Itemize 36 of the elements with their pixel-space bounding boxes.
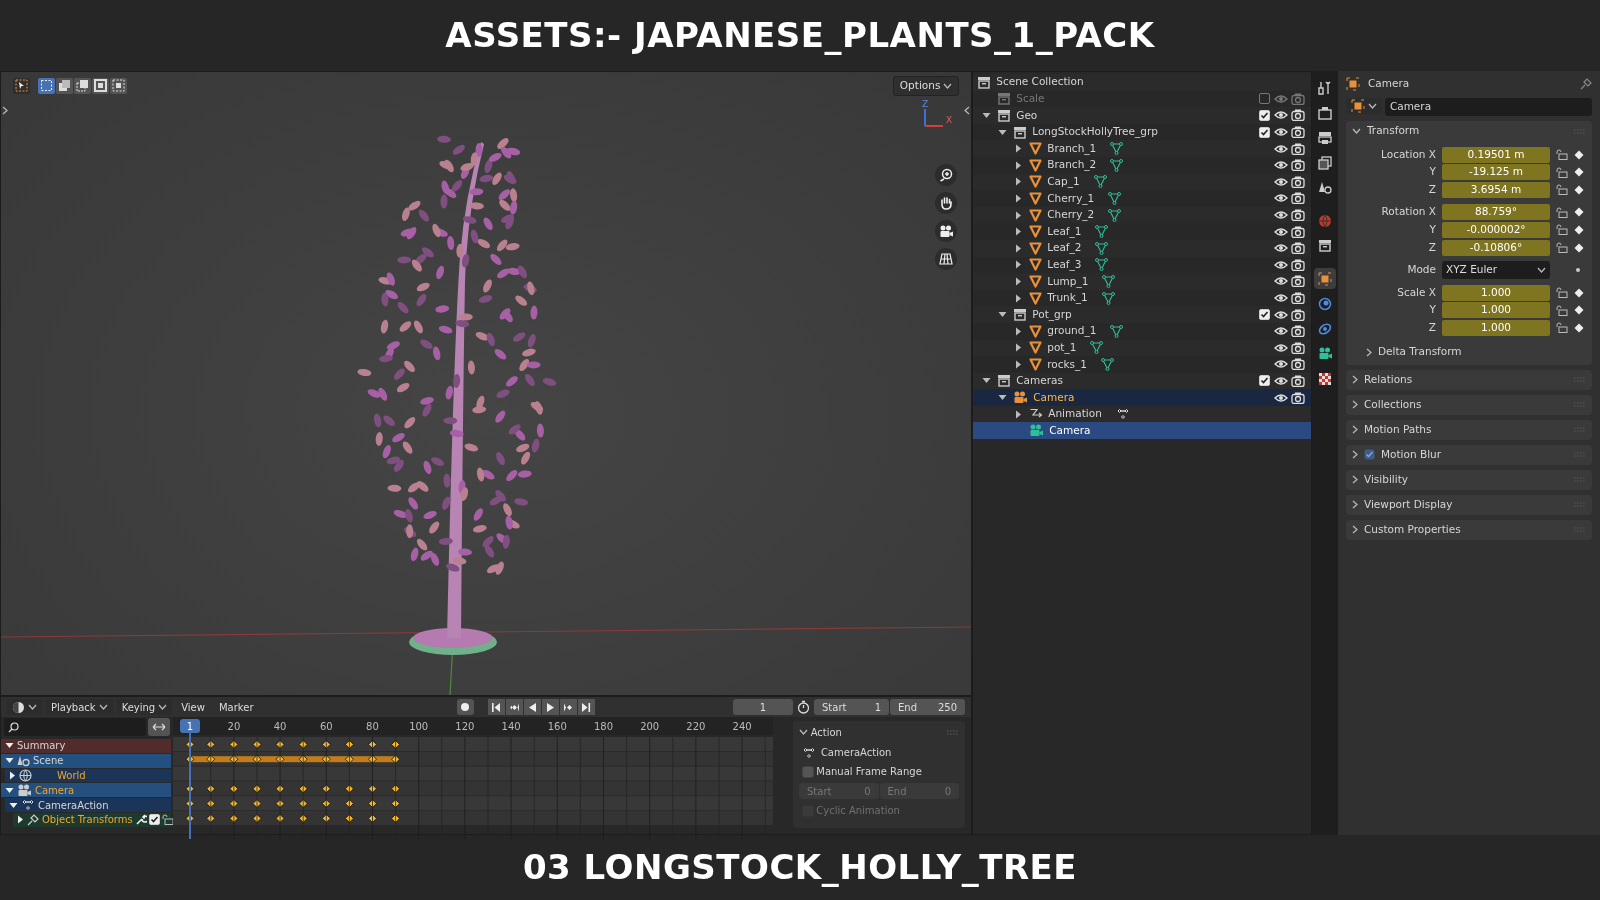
- field-label: Z: [1427, 239, 1437, 255]
- frame-number: 200: [640, 721, 660, 732]
- frame-number: 20: [227, 721, 241, 732]
- banner-title: ASSETS:- JAPANESE_PLANTS_1_PACK: [445, 14, 1155, 57]
- frame-number: 60: [319, 721, 333, 732]
- editor-title: Camera: [1368, 76, 1410, 92]
- field-label: Y: [1428, 222, 1437, 238]
- field-label: Scale X: [1396, 284, 1437, 300]
- field-label: Z: [1427, 181, 1437, 197]
- frame-number: 160: [547, 721, 567, 732]
- action-name: CameraAction: [820, 746, 892, 760]
- field-label: Mode: [1406, 262, 1437, 278]
- field-label: Rotation X: [1380, 204, 1437, 220]
- frame-number: 120: [455, 721, 475, 732]
- field-label: Y: [1428, 164, 1437, 180]
- axis-label: X: [946, 115, 953, 125]
- channel-label: Summary: [17, 739, 66, 754]
- frame-number: 80: [366, 721, 379, 732]
- current-frame-number: 1: [186, 721, 194, 732]
- frame-number: 100: [409, 721, 429, 732]
- frame-number: 180: [593, 721, 614, 732]
- field-label: Y: [1428, 302, 1437, 318]
- channel-label: Object Transforms: [42, 813, 133, 828]
- panel-title: Action: [810, 725, 842, 740]
- frame-number: 40: [273, 721, 287, 732]
- channel-label: World: [57, 769, 86, 783]
- axis-label: Z: [922, 99, 929, 109]
- channel-label: Camera: [35, 783, 75, 798]
- footer-title: 03 LONGSTOCK_HOLLY_TREE: [522, 846, 1078, 889]
- field-label: Location X: [1380, 146, 1437, 162]
- field-label: Z: [1427, 320, 1437, 335]
- frame-number: 220: [686, 721, 706, 732]
- frame-number: 240: [732, 721, 752, 732]
- channel-label: Scene: [33, 754, 64, 769]
- frame-number: 140: [501, 721, 521, 732]
- channel-label: CameraAction: [38, 798, 109, 813]
